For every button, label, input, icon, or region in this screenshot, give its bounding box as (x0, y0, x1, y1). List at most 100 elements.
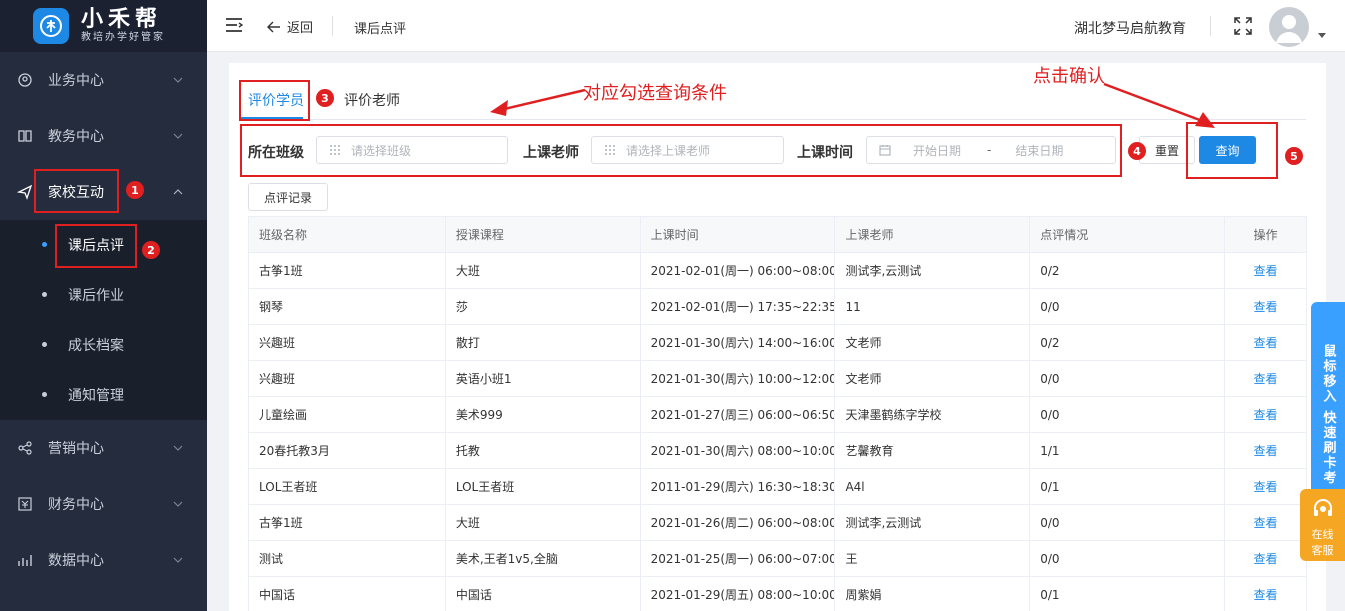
table-cell: 天津墨鹤练字学校 (835, 397, 1031, 432)
table-cell: 托教 (446, 433, 641, 468)
logo: 小禾帮 教培办学好管家 (0, 0, 207, 52)
table-cell: 文老师 (835, 361, 1031, 396)
table-cell: 莎 (446, 289, 641, 324)
table-cell: 0/0 (1030, 505, 1226, 540)
sub-item-homework[interactable]: 课后作业 (0, 270, 207, 320)
view-link[interactable]: 查看 (1225, 397, 1307, 432)
table-cell: 古筝1班 (249, 253, 446, 288)
sub-item-growth[interactable]: 成长档案 (0, 320, 207, 370)
table-cell: 0/0 (1030, 361, 1226, 396)
menu-toggle-icon[interactable] (225, 17, 243, 33)
chevron-down-icon (173, 501, 183, 507)
reset-button[interactable]: 重置 (1139, 136, 1195, 164)
table-cell: 测试 (249, 541, 446, 576)
logo-title: 小禾帮 (81, 7, 163, 32)
online-service-button[interactable]: 在线 客服 (1300, 489, 1345, 561)
view-link[interactable]: 查看 (1225, 289, 1307, 324)
table-cell: 古筝1班 (249, 505, 446, 540)
sub-item-notice[interactable]: 通知管理 (0, 370, 207, 420)
back-label: 返回 (287, 21, 314, 36)
menu-item-marketing[interactable]: 营销中心 (0, 420, 207, 476)
menu-item-home-school[interactable]: 家校互动 (0, 164, 207, 220)
view-link[interactable]: 查看 (1225, 541, 1307, 576)
view-link[interactable]: 查看 (1225, 361, 1307, 396)
start-date-placeholder[interactable]: 开始日期 (913, 142, 961, 159)
view-link[interactable]: 查看 (1225, 577, 1307, 611)
menu-label: 数据中心 (48, 553, 104, 569)
table-cell: 测试李,云测试 (835, 505, 1031, 540)
quick-swipe-panel[interactable]: 鼠标移入 快速刷卡考 (1311, 302, 1345, 502)
view-link[interactable]: 查看 (1225, 469, 1307, 504)
calendar-icon (879, 145, 891, 156)
query-button[interactable]: 查询 (1199, 136, 1256, 164)
end-date-placeholder[interactable]: 结束日期 (1015, 142, 1063, 159)
org-name[interactable]: 湖北梦马启航教育 (1074, 18, 1186, 38)
service-label-2: 客服 (1311, 544, 1334, 557)
bullet-icon (42, 392, 47, 397)
divider (332, 16, 333, 36)
date-range-picker[interactable]: 开始日期 - 结束日期 (866, 136, 1116, 164)
review-record-button[interactable]: 点评记录 (248, 183, 328, 211)
view-link[interactable]: 查看 (1225, 325, 1307, 360)
table-cell: 0/1 (1030, 577, 1226, 611)
menu-label: 业务中心 (48, 73, 104, 89)
back-button[interactable]: 返回 (267, 17, 313, 36)
menu-item-data[interactable]: 数据中心 (0, 532, 207, 588)
teacher-select[interactable]: 请选择上课老师 (591, 136, 784, 164)
sub-item-label: 通知管理 (68, 388, 124, 404)
column-header: 点评情况 (1030, 217, 1226, 252)
table-cell: 0/0 (1030, 541, 1226, 576)
header: 返回 课后点评 湖北梦马启航教育 (207, 0, 1345, 52)
step-marker: 3 (316, 89, 334, 107)
column-header: 上课时间 (641, 217, 836, 252)
time-filter-label: 上课时间 (797, 145, 853, 161)
table-cell: 王 (835, 541, 1031, 576)
table-header-row: 班级名称 授课课程 上课时间 上课老师 点评情况 操作 (249, 217, 1307, 253)
table-cell: 2021-01-29(周五) 08:00~10:00 (641, 577, 836, 611)
avatar[interactable] (1269, 7, 1309, 47)
table-cell: 2021-02-01(周一) 06:00~08:00 (641, 253, 836, 288)
table-cell: 0/0 (1030, 289, 1226, 324)
sub-item-label: 课后点评 (68, 238, 124, 254)
logo-icon (33, 8, 69, 44)
table-row: 测试 美术,王者1v5,全脑 2021-01-25(周一) 06:00~07:00 王… (249, 541, 1307, 577)
step-marker: 1 (126, 181, 144, 199)
menu-item-business[interactable]: 业务中心 (0, 52, 207, 108)
table-cell: 美术,王者1v5,全脑 (446, 541, 641, 576)
table-row: 中国话 中国话 2021-01-29(周五) 08:00~10:00 周紫娟 0/1 查看 (249, 577, 1307, 611)
fullscreen-icon[interactable] (1234, 17, 1252, 35)
range-separator: - (987, 143, 992, 157)
caret-down-icon[interactable] (1318, 33, 1326, 38)
tab-evaluate-teacher[interactable]: 评价老师 (344, 90, 400, 110)
table-cell: 1/1 (1030, 433, 1226, 468)
send-icon (17, 184, 33, 200)
table-cell: 0/0 (1030, 397, 1226, 432)
sub-item-label: 成长档案 (68, 338, 124, 354)
headset-icon (1313, 499, 1332, 516)
class-select[interactable]: 请选择班级 (316, 136, 508, 164)
table-row: 20春托教3月 托教 2021-01-30(周六) 08:00~10:00 艺馨教育 1… (249, 433, 1307, 469)
table-cell: 2021-02-01(周一) 17:35~22:35 (641, 289, 836, 324)
book-icon (18, 130, 32, 142)
tab-evaluate-student[interactable]: 评价学员 (248, 90, 304, 110)
chevron-down-icon (173, 445, 183, 451)
chevron-down-icon (173, 133, 183, 139)
annotation-confirm: 点击确认 (1033, 66, 1105, 87)
view-link[interactable]: 查看 (1225, 505, 1307, 540)
menu-item-academic[interactable]: 教务中心 (0, 108, 207, 164)
view-link[interactable]: 查看 (1225, 253, 1307, 288)
table-cell: 11 (835, 289, 1031, 324)
menu-item-finance[interactable]: 财务中心 (0, 476, 207, 532)
table-cell: 儿童绘画 (249, 397, 446, 432)
view-link[interactable]: 查看 (1225, 433, 1307, 468)
table-cell: 2021-01-30(周六) 10:00~12:00 (641, 361, 836, 396)
table-cell: 钢琴 (249, 289, 446, 324)
grid-icon (605, 145, 615, 155)
sub-item-review[interactable]: 课后点评 (0, 220, 207, 270)
breadcrumb: 课后点评 (354, 22, 407, 37)
sub-item-label: 课后作业 (68, 288, 124, 304)
table-cell: 2011-01-29(周六) 16:30~18:30 (641, 469, 836, 504)
table-row: 钢琴莎 2021-02-01(周一) 17:35~22:35 11 0/0 查看 (249, 289, 1307, 325)
table-cell: 测试李,云测试 (835, 253, 1031, 288)
table-cell: A4l (835, 469, 1031, 504)
